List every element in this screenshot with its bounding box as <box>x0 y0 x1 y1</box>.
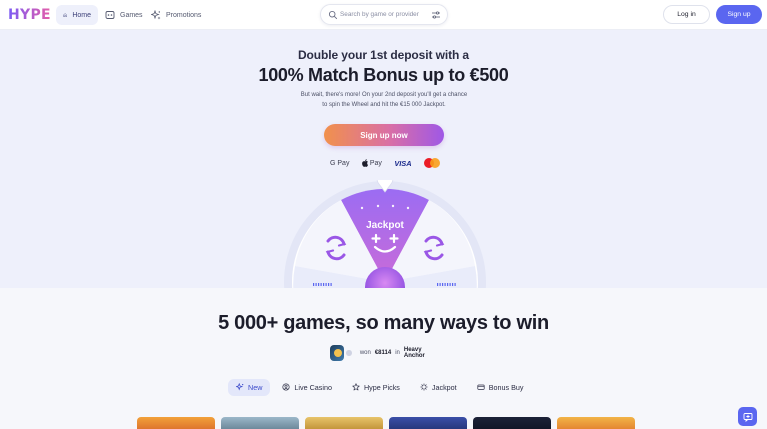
jackpot-icon <box>420 383 428 391</box>
winner-amount: €8114 <box>374 350 392 356</box>
tab-hype-picks-label: Hype Picks <box>363 382 400 392</box>
wheel-graphic: Jackpot <box>284 170 486 288</box>
game-tile[interactable] <box>305 417 383 429</box>
apple-pay-logo: Pay <box>361 159 382 167</box>
apple-icon <box>361 159 368 167</box>
nav-promotions[interactable]: Promotions <box>144 5 208 25</box>
apple-pay-text: Pay <box>369 159 382 167</box>
game-category-tabs: New Live Casino Hype Picks Jackpot Bonus… <box>228 378 531 396</box>
tab-bonus-buy[interactable]: Bonus Buy <box>469 379 532 396</box>
chat-icon <box>743 412 752 422</box>
tab-new-label: New <box>248 382 263 392</box>
tab-live-casino-label: Live Casino <box>294 382 332 392</box>
game-thumbnail-row <box>137 417 635 429</box>
tab-jackpot-label: Jackpot <box>431 382 457 392</box>
filter-sliders-icon[interactable] <box>431 10 441 20</box>
tab-live-casino[interactable]: Live Casino <box>274 379 340 396</box>
winner-prefix: won <box>359 350 371 356</box>
hero-title: 100% Match Bonus up to €500 <box>258 65 509 85</box>
login-button[interactable]: Log in <box>663 5 710 24</box>
search-input[interactable] <box>340 8 428 21</box>
signup-now-button[interactable]: Sign up now <box>324 124 444 146</box>
sparkle-icon <box>236 383 244 391</box>
game-tile[interactable] <box>473 417 551 429</box>
winner-connector: in <box>395 350 400 356</box>
nav-home[interactable]: Home <box>56 5 98 25</box>
support-chat-button[interactable] <box>738 407 757 426</box>
top-header: HYPE Home Games Promotions Search by gam… <box>0 0 767 30</box>
games-icon <box>105 11 115 19</box>
winner-game-name: Heavy Anchor <box>403 347 425 359</box>
bonus-icon <box>477 384 485 390</box>
winner-game-thumbnail[interactable] <box>330 345 345 361</box>
sparkle-icon <box>151 10 161 20</box>
hype-logo[interactable]: HYPE <box>8 7 51 23</box>
winner-avatar <box>346 350 352 356</box>
games-section-title: 5 000+ games, so many ways to win <box>218 312 549 334</box>
payment-methods: G Pay Pay VISA <box>330 156 440 170</box>
tab-bonus-buy-label: Bonus Buy <box>488 382 524 392</box>
tab-jackpot[interactable]: Jackpot <box>412 379 465 396</box>
signup-button[interactable]: Sign up <box>716 5 762 24</box>
star-icon <box>352 383 360 391</box>
nav-games[interactable]: Games <box>98 5 150 25</box>
hero-description-line-2: to spin the Wheel and hit the €15 000 Ja… <box>322 101 446 108</box>
nav-promotions-label: Promotions <box>166 11 202 19</box>
tab-hype-picks[interactable]: Hype Picks <box>344 379 408 396</box>
search-bar <box>320 4 448 25</box>
home-icon <box>63 13 67 17</box>
game-tile[interactable] <box>557 417 635 429</box>
nav-home-label: Home <box>72 11 91 19</box>
hero-banner: Double your 1st deposit with a 100% Matc… <box>0 30 767 288</box>
recent-winner-ticker: won €8114 in Heavy Anchor <box>330 344 440 362</box>
google-pay-text: G Pay <box>330 159 350 167</box>
google-pay-logo: G Pay <box>330 160 349 167</box>
visa-logo: VISA <box>394 158 412 168</box>
jackpot-wheel: Jackpot <box>283 170 487 288</box>
hero-description-line-1: But wait, there's more! On your 2nd depo… <box>300 92 468 98</box>
nav-games-label: Games <box>120 11 143 19</box>
mastercard-logo <box>423 158 440 168</box>
game-tile[interactable] <box>389 417 467 429</box>
game-tile[interactable] <box>221 417 299 429</box>
tab-new[interactable]: New <box>228 378 271 396</box>
wheel-jackpot-label: Jackpot <box>366 220 404 231</box>
search-icon <box>328 10 338 20</box>
game-tile[interactable] <box>137 417 215 429</box>
hero-subtitle: Double your 1st deposit with a <box>297 48 470 62</box>
hero-description: But wait, there's more! On your 2nd depo… <box>283 91 485 110</box>
live-icon <box>282 383 290 391</box>
